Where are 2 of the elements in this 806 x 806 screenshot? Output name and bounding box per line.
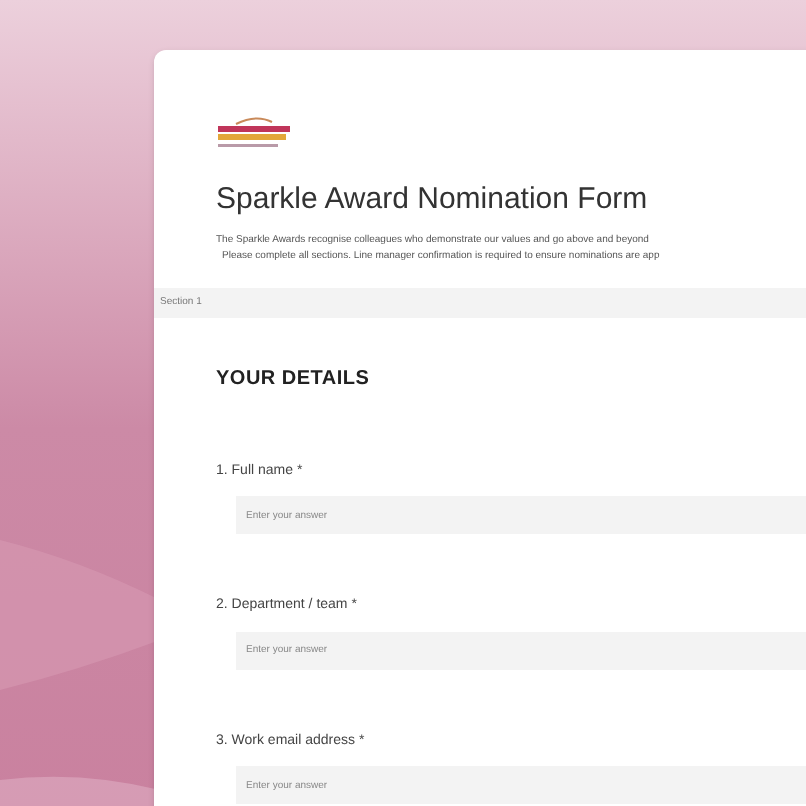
section-heading: YOUR DETAILS	[216, 365, 372, 394]
form-title: Sparkle Award Nomination Form	[216, 182, 650, 220]
